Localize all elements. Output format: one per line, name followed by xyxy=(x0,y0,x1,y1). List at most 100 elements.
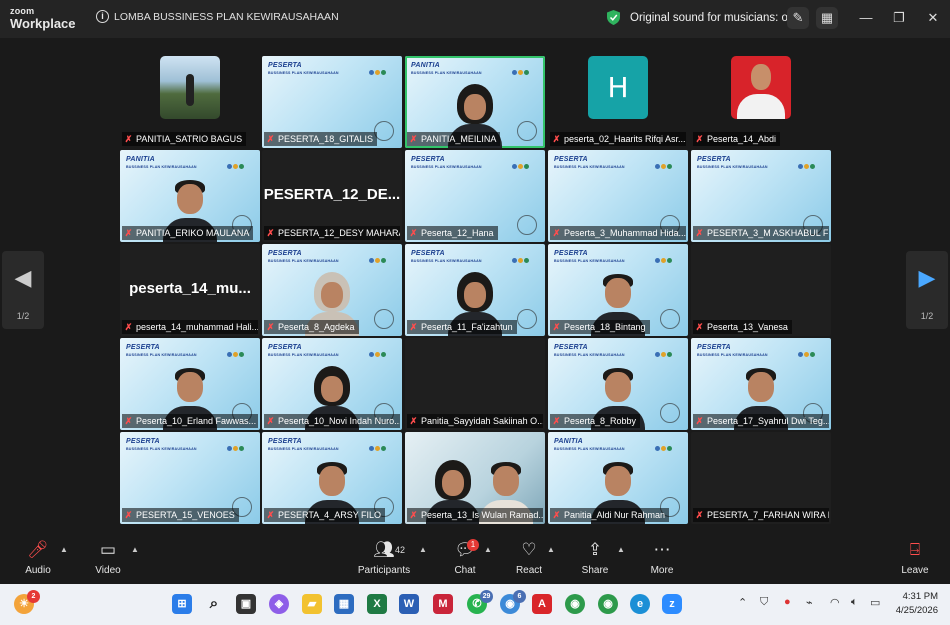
edge-icon[interactable]: e xyxy=(630,594,650,614)
audio-options-caret-icon[interactable]: ▲ xyxy=(60,545,68,554)
mic-muted-icon: ✗ xyxy=(124,510,133,520)
participant-name-text: PANITIA_MEILINA xyxy=(421,134,497,144)
share-button[interactable]: ⇪ Share xyxy=(578,539,612,576)
encryption-shield-icon[interactable] xyxy=(607,10,620,25)
copilot-icon[interactable]: ◈ xyxy=(269,594,289,614)
view-grid-icon[interactable]: ▦ xyxy=(816,7,838,29)
video-tile[interactable]: PESERTA BUSSINESS PLAN KEWIRAUSAHAAN ✗ Pe… xyxy=(548,244,688,336)
original-sound-status[interactable]: Original sound for musicians: on xyxy=(630,12,794,24)
show-hidden-icons-chevron-icon[interactable]: ⌃ xyxy=(738,596,747,609)
participant-name-text: Peserta_8_Robby xyxy=(564,416,637,426)
profile-photo xyxy=(160,56,220,119)
video-tile[interactable]: PESERTA BUSSINESS PLAN KEWIRAUSAHAAN ✗ Pe… xyxy=(691,338,831,430)
mic-muted-icon: ✗ xyxy=(124,416,133,426)
file-explorer-icon[interactable]: ▰ xyxy=(302,594,322,614)
minimize-icon[interactable]: — xyxy=(858,10,874,25)
video-tile[interactable]: PESERTA BUSSINESS PLAN KEWIRAUSAHAAN ✗ PE… xyxy=(262,56,402,148)
chat-options-caret-icon[interactable]: ▲ xyxy=(484,545,492,554)
wifi-icon[interactable]: ◠ xyxy=(830,596,840,609)
volume-icon[interactable]: 🔈︎ xyxy=(851,596,858,609)
close-icon[interactable]: ✕ xyxy=(925,10,941,26)
audio-button[interactable]: 🎤︎ Audio xyxy=(20,539,56,576)
poster-logos xyxy=(654,344,682,357)
poster-logos xyxy=(368,62,396,75)
video-tile[interactable]: PESERTA BUSSINESS PLAN KEWIRAUSAHAAN ✗ PE… xyxy=(120,432,260,524)
participant-name: ✗ Peserta_17_Syahrul Dwi Teg... xyxy=(693,414,829,428)
video-button[interactable]: ▭ Video xyxy=(90,539,126,576)
chrome-profile-icon[interactable]: ◉ 6 xyxy=(500,590,526,614)
participants-options-caret-icon[interactable]: ▲ xyxy=(419,545,427,554)
mic-muted-icon: ✗ xyxy=(124,322,133,332)
leave-button[interactable]: ⍈ Leave xyxy=(897,539,933,576)
whatsapp-icon[interactable]: ✆ 29 xyxy=(467,590,493,614)
system-clock[interactable]: 4:31 PM 4/25/2026 xyxy=(896,590,938,618)
network-pen-icon[interactable]: ⌁ xyxy=(806,596,813,609)
participant-name-text: Peserta_3_Muhammad Hida... xyxy=(564,228,686,238)
page-indicator-left: 1/2 xyxy=(16,311,30,321)
previous-page-button[interactable]: ◀ 1/2 xyxy=(2,251,44,329)
chrome-icon[interactable]: ◉ xyxy=(565,594,585,614)
poster-subtitle: BUSSINESS PLAN KEWIRAUSAHAAN xyxy=(126,447,197,451)
participant-name: ✗ Peserta_14_Abdi xyxy=(693,132,781,146)
video-tile[interactable]: PESERTA BUSSINESS PLAN KEWIRAUSAHAAN ✗ Pe… xyxy=(120,338,260,430)
participant-name-text: PESERTA_4_ARSY FILO xyxy=(278,510,382,520)
video-tile[interactable]: H ✗ peserta_02_Haarits Rifqi Asr... xyxy=(548,56,688,148)
video-tile[interactable]: ✗ Peserta_13_Vanesa xyxy=(691,244,831,336)
pen-icon[interactable]: ✎ xyxy=(787,7,809,29)
video-tile[interactable]: ✗ Panitia_Sayyidah Sakiinah O... xyxy=(405,338,545,430)
next-page-button[interactable]: ▶ 1/2 xyxy=(906,251,948,329)
video-tile[interactable]: ✗ PESERTA_7_FARHAN WIRA P... xyxy=(691,432,831,524)
ring-light-reflection xyxy=(660,403,680,423)
chrome-icon[interactable]: ◉ xyxy=(598,594,618,614)
participant-name: ✗ Peserta_10_Novi Indah Nuro... xyxy=(264,414,400,428)
video-tile[interactable]: PESERTA BUSSINESS PLAN KEWIRAUSAHAAN ✗ Pe… xyxy=(405,150,545,242)
media-app-icon[interactable]: M xyxy=(433,594,453,614)
video-tile[interactable]: PESERTA BUSSINESS PLAN KEWIRAUSAHAAN ✗ Pe… xyxy=(405,244,545,336)
video-tile[interactable]: ✗ Peserta_13_Is Wulan Ramad... xyxy=(405,432,545,524)
share-options-caret-icon[interactable]: ▲ xyxy=(617,545,625,554)
video-tile[interactable]: peserta_14_mu... ✗ peserta_14_muhammad Ha… xyxy=(120,244,260,336)
video-tile[interactable]: PESERTA BUSSINESS PLAN KEWIRAUSAHAAN ✗ Pe… xyxy=(262,338,402,430)
mic-muted-icon: ✗ xyxy=(266,416,275,426)
leave-label: Leave xyxy=(901,565,929,576)
security-icon[interactable]: ● xyxy=(784,596,791,608)
start-windows-icon[interactable]: ⊞ xyxy=(172,594,192,614)
microsoft-store-icon[interactable]: ▦ xyxy=(334,594,354,614)
profile-photo xyxy=(731,56,791,119)
video-tile[interactable]: ✗ PANITIA_SATRIO BAGUS xyxy=(120,56,260,148)
video-tile[interactable]: PESERTA BUSSINESS PLAN KEWIRAUSAHAAN ✗ Pe… xyxy=(548,338,688,430)
zoom-app-icon[interactable]: z xyxy=(662,594,682,614)
participant-name-text: Peserta_18_Bintang xyxy=(564,322,646,332)
poster-title: PANITIA xyxy=(554,438,583,445)
pdf-reader-icon[interactable]: A xyxy=(532,594,552,614)
video-tile[interactable]: ✗ Peserta_14_Abdi xyxy=(691,56,831,148)
restore-icon[interactable]: ❐ xyxy=(891,10,907,26)
search-icon[interactable]: ⌕ xyxy=(204,594,224,614)
task-view-icon[interactable]: ▣ xyxy=(236,594,256,614)
video-tile[interactable]: PESERTA_12_DE... ✗ PESERTA_12_DESY MAHARA… xyxy=(262,150,402,242)
react-options-caret-icon[interactable]: ▲ xyxy=(547,545,555,554)
ring-light-reflection xyxy=(517,121,537,141)
excel-icon[interactable]: X xyxy=(367,594,387,614)
weather-widget-icon[interactable]: ☀ 2 xyxy=(14,590,40,614)
react-button[interactable]: ♡ React xyxy=(512,539,546,576)
word-icon[interactable]: W xyxy=(399,594,419,614)
video-tile[interactable]: PANITIA BUSSINESS PLAN KEWIRAUSAHAAN ✗ PA… xyxy=(120,150,260,242)
poster-title: PESERTA xyxy=(126,344,160,351)
video-options-caret-icon[interactable]: ▲ xyxy=(131,545,139,554)
video-tile[interactable]: PANITIA BUSSINESS PLAN KEWIRAUSAHAAN ✗ Pa… xyxy=(548,432,688,524)
video-tile[interactable]: PESERTA BUSSINESS PLAN KEWIRAUSAHAAN ✗ PE… xyxy=(691,150,831,242)
video-label: Video xyxy=(95,565,121,576)
video-tile[interactable]: PESERTA BUSSINESS PLAN KEWIRAUSAHAAN ✗ PE… xyxy=(262,432,402,524)
poster-subtitle: BUSSINESS PLAN KEWIRAUSAHAAN xyxy=(268,353,339,357)
video-tile[interactable]: PESERTA BUSSINESS PLAN KEWIRAUSAHAAN ✗ Pe… xyxy=(262,244,402,336)
battery-icon[interactable]: ▭ xyxy=(870,596,880,609)
more-button[interactable]: ⋯ More xyxy=(645,539,679,576)
participant-name: ✗ Peserta_3_Muhammad Hida... xyxy=(550,226,686,240)
meeting-info-icon[interactable]: i xyxy=(96,10,109,23)
video-tile[interactable]: PESERTA BUSSINESS PLAN KEWIRAUSAHAAN ✗ Pe… xyxy=(548,150,688,242)
usb-icon[interactable]: ⛉ xyxy=(760,596,768,609)
video-gallery: ◀ 1/2 ▶ 1/2 ✗ PANITIA_SATRIO BAGUS PESERT… xyxy=(0,38,950,533)
video-tile-active-speaker[interactable]: PANITIA BUSSINESS PLAN KEWIRAUSAHAAN ✗ PA… xyxy=(405,56,545,148)
meeting-title: LOMBA BUSSINESS PLAN KEWIRAUSAHAAN xyxy=(114,11,339,23)
